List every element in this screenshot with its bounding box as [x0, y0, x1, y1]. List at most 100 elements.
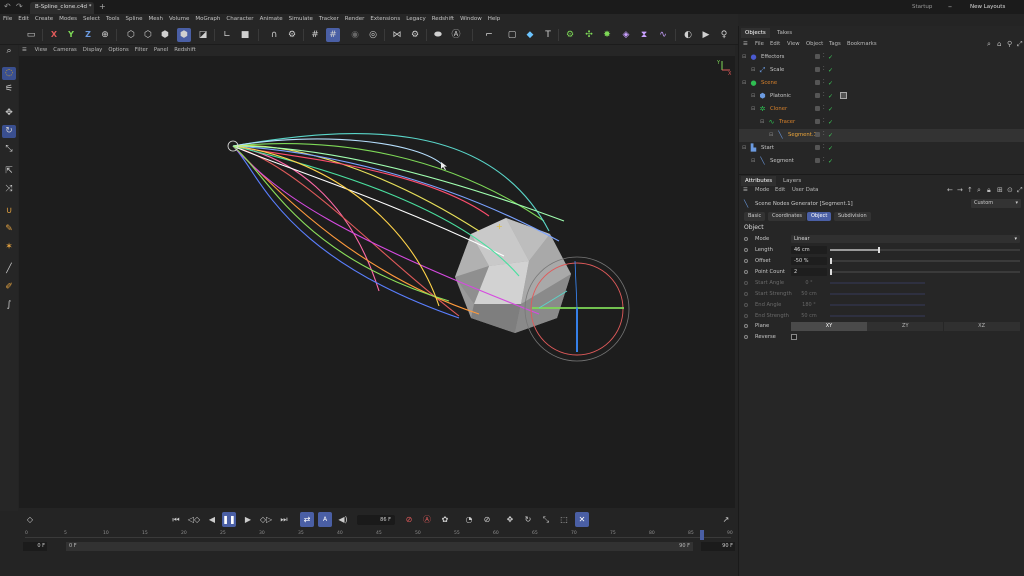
- animate-bullet-icon[interactable]: [744, 270, 748, 274]
- loop-icon[interactable]: ⇄: [300, 512, 314, 527]
- timeline-ruler[interactable]: 0 5 10 15 20 25 30 35 40 45 50 55 60 65 70 75 80 85 90: [19, 530, 737, 540]
- keyframe-diamond-icon[interactable]: ◇: [23, 512, 37, 527]
- enabled-check-icon[interactable]: ✓: [828, 158, 833, 165]
- object-name[interactable]: Effectors: [761, 54, 784, 60]
- object-row[interactable]: ⊟ ╲ Segment.1 ⁚ ✓: [739, 129, 1024, 142]
- expand-toggle-icon[interactable]: ⊟: [742, 145, 746, 151]
- scale-tool-icon[interactable]: ⤡: [2, 143, 16, 156]
- record-icon[interactable]: ⬬: [431, 28, 445, 42]
- file-tab[interactable]: B-Spline_clone.c4d *: [30, 2, 94, 14]
- expand-toggle-icon[interactable]: ⊟: [760, 119, 764, 125]
- animate-bullet-icon[interactable]: [744, 335, 748, 339]
- coordinate-system-icon[interactable]: ⊕: [98, 28, 112, 42]
- go-to-start-icon[interactable]: ⏮: [169, 512, 183, 527]
- deformer-icon[interactable]: ◈: [619, 28, 633, 42]
- range-start-field[interactable]: 0 F: [23, 542, 47, 551]
- object-row[interactable]: ⊟ ╲ Segment ⁚ ✓: [739, 155, 1024, 168]
- menu-window[interactable]: Window: [457, 14, 485, 24]
- grid-icon[interactable]: #: [308, 28, 322, 42]
- object-row[interactable]: ⊟ ✲ Cloner ⁚ ✓: [739, 103, 1024, 116]
- menu-mograph[interactable]: MoGraph: [192, 14, 223, 24]
- playhead[interactable]: [700, 530, 704, 540]
- schedule-icon[interactable]: ⊘: [480, 512, 494, 527]
- model-mode-icon[interactable]: ⬢: [177, 28, 191, 42]
- value-slider[interactable]: [830, 247, 1020, 253]
- expand-toggle-icon[interactable]: ⊟: [742, 54, 746, 60]
- previous-key-icon[interactable]: ◁◇: [187, 512, 201, 527]
- edges-mode-icon[interactable]: ⬡: [141, 28, 155, 42]
- layer-swatch[interactable]: [815, 80, 820, 85]
- menu-extensions[interactable]: Extensions: [367, 14, 403, 24]
- viewport-menu-redshift[interactable]: Redshift: [171, 45, 199, 55]
- object-name[interactable]: Start: [761, 145, 774, 151]
- objects-menu-tags[interactable]: Tags: [829, 41, 841, 47]
- enabled-check-icon[interactable]: ✓: [828, 145, 833, 152]
- up-arrow-icon[interactable]: ↑: [967, 186, 973, 194]
- visibility-dots-icon[interactable]: ⁚: [823, 66, 825, 72]
- autokey-record-icon[interactable]: Ⓐ: [420, 512, 434, 527]
- value-field[interactable]: 46 cm: [791, 246, 827, 254]
- viewport-3d[interactable]: + Y X: [19, 56, 735, 508]
- magnet-snap-icon[interactable]: ∩: [267, 28, 281, 42]
- cloner-icon[interactable]: ✣: [582, 28, 596, 42]
- search-icon[interactable]: ⌕: [977, 186, 981, 195]
- effector-icon[interactable]: ✸: [600, 28, 614, 42]
- expand-toggle-icon[interactable]: ⊟: [769, 132, 773, 138]
- menu-redshift[interactable]: Redshift: [429, 14, 457, 24]
- enabled-check-icon[interactable]: ✓: [828, 80, 833, 87]
- expand-toggle-icon[interactable]: ⊟: [751, 106, 755, 112]
- object-row[interactable]: ⊟ ● Effectors ⁚ ✓: [739, 51, 1024, 64]
- object-name[interactable]: Tracer: [779, 119, 795, 125]
- viewport-menu-display[interactable]: Display: [80, 45, 106, 55]
- more-icon[interactable]: ⊙: [1007, 186, 1013, 194]
- menu-modes[interactable]: Modes: [56, 14, 80, 24]
- visibility-dots-icon[interactable]: ⁚: [823, 79, 825, 85]
- object-row[interactable]: ⊟ ⬢ Platonic ⁚ ✓: [739, 90, 1024, 103]
- object-name[interactable]: Segment.1: [788, 132, 817, 138]
- animate-bullet-icon[interactable]: [744, 314, 748, 318]
- objects-menu-view[interactable]: View: [787, 41, 800, 47]
- fcurve-icon[interactable]: ↗: [719, 512, 733, 527]
- objects-menu-object[interactable]: Object: [806, 41, 823, 47]
- visibility-dots-icon[interactable]: ⁚: [823, 144, 825, 150]
- next-key-icon[interactable]: ◇▷: [259, 512, 273, 527]
- menu-tools[interactable]: Tools: [103, 14, 123, 24]
- menu-render[interactable]: Render: [342, 14, 368, 24]
- go-to-end-icon[interactable]: ⏭: [277, 512, 291, 527]
- attributes-menu-mode[interactable]: Mode: [755, 187, 769, 193]
- bend-tool-icon[interactable]: ∪: [2, 205, 16, 218]
- sound-icon[interactable]: ◀): [336, 512, 350, 527]
- text-tool-icon[interactable]: T: [541, 28, 555, 42]
- mode-dropdown[interactable]: Linear ▾: [791, 235, 1020, 243]
- viewport-menu-options[interactable]: Options: [105, 45, 131, 55]
- enabled-check-icon[interactable]: ✓: [828, 54, 833, 61]
- layer-swatch[interactable]: [815, 145, 820, 150]
- attributes-menu-edit[interactable]: Edit: [775, 187, 785, 193]
- new-layouts-label[interactable]: New Layouts: [970, 4, 1005, 10]
- plane-option-xz[interactable]: XZ: [943, 322, 1020, 331]
- expand-toggle-icon[interactable]: ⊟: [751, 67, 755, 73]
- axis-y-button[interactable]: Y: [64, 28, 78, 42]
- animate-bullet-icon[interactable]: [744, 248, 748, 252]
- lock-snap-icon[interactable]: ⚙: [285, 28, 299, 42]
- autokey-icon[interactable]: Ⓐ: [449, 28, 463, 42]
- menu-legacy[interactable]: Legacy: [403, 14, 429, 24]
- cube-icon[interactable]: ◆: [523, 28, 537, 42]
- attributes-panel-menu-icon[interactable]: ☰: [743, 187, 748, 193]
- menu-file[interactable]: File: [0, 14, 15, 24]
- animate-bullet-icon[interactable]: [744, 292, 748, 296]
- uv-mode-icon[interactable]: ◪: [196, 28, 210, 42]
- rotation-key-icon[interactable]: ↻: [521, 512, 535, 527]
- axis-z-button[interactable]: Z: [81, 28, 95, 42]
- tab-basic[interactable]: Basic: [744, 212, 766, 221]
- platonic-object[interactable]: [455, 218, 571, 333]
- redo-icon[interactable]: ↷: [16, 2, 23, 11]
- visibility-dots-icon[interactable]: ⁚: [823, 105, 825, 111]
- object-name[interactable]: Scale: [770, 67, 784, 73]
- tab-coordinates[interactable]: Coordinates: [768, 212, 807, 221]
- object-row[interactable]: ⊟ ▙ Start ⁚ ✓: [739, 142, 1024, 155]
- animate-bullet-icon[interactable]: [744, 259, 748, 263]
- light-icon[interactable]: ♀: [717, 28, 731, 42]
- menu-create[interactable]: Create: [32, 14, 56, 24]
- expand-toggle-icon[interactable]: ⊟: [742, 80, 746, 86]
